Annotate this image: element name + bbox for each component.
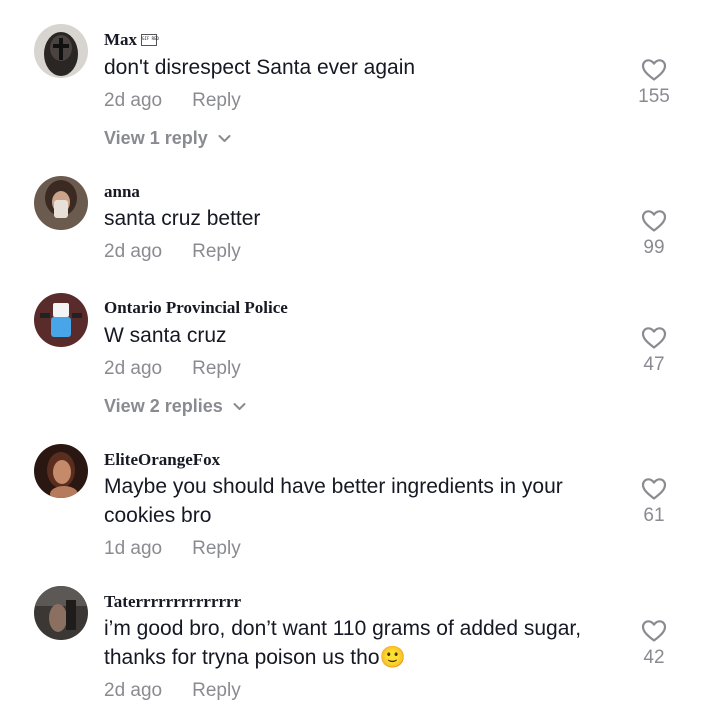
comment-text: santa cruz better xyxy=(104,207,261,230)
comment-time: 2d ago xyxy=(104,358,163,379)
avatar[interactable] xyxy=(34,293,88,347)
username-text: Taterrrrrrrrrrrrrr xyxy=(104,592,242,611)
like-block: 61 xyxy=(630,477,678,527)
chevron-down-icon xyxy=(233,403,246,410)
comment-text: don't disrespect Santa ever again xyxy=(104,56,416,79)
heart-icon[interactable] xyxy=(641,326,667,350)
like-block: 42 xyxy=(630,619,678,669)
avatar-image xyxy=(34,586,88,640)
like-block: 47 xyxy=(630,326,678,376)
chevron-down-icon xyxy=(218,135,231,142)
view-replies-label: View 2 replies xyxy=(104,396,223,416)
comment-meta: 2d ago Reply xyxy=(104,90,241,112)
username[interactable]: Ontario Provincial Police xyxy=(104,298,288,318)
view-replies-label: View 1 reply xyxy=(104,128,208,148)
view-replies-button[interactable]: View 2 replies xyxy=(104,396,246,417)
like-count: 155 xyxy=(638,86,670,107)
reply-button[interactable]: Reply xyxy=(192,90,241,112)
avatar[interactable] xyxy=(34,176,88,230)
heart-icon[interactable] xyxy=(641,209,667,233)
comment-meta: 2d ago Reply xyxy=(104,241,241,263)
avatar-image xyxy=(34,24,88,78)
username[interactable]: EliteOrangeFox xyxy=(104,450,220,470)
view-replies-button[interactable]: View 1 reply xyxy=(104,128,231,149)
like-count: 99 xyxy=(643,237,665,258)
comment-meta: 1d ago Reply xyxy=(104,538,241,560)
gif-badge-icon: GIF RED xyxy=(141,34,159,46)
avatar[interactable] xyxy=(34,24,88,78)
comment-time: 2d ago xyxy=(104,241,163,262)
heart-icon[interactable] xyxy=(641,58,667,82)
comment-text: W santa cruz xyxy=(104,324,227,347)
username-text: Max xyxy=(104,30,138,49)
reply-button[interactable]: Reply xyxy=(192,538,241,560)
comment-text: Maybe you should have better ingredients… xyxy=(104,475,563,527)
comment-text: i’m good bro, don’t want 110 grams of ad… xyxy=(104,617,582,669)
like-count: 47 xyxy=(643,354,665,375)
avatar-image xyxy=(34,293,88,347)
like-block: 155 xyxy=(630,58,678,108)
reply-button[interactable]: Reply xyxy=(192,358,241,380)
comment-time: 2d ago xyxy=(104,90,163,111)
avatar[interactable] xyxy=(34,586,88,640)
like-count: 42 xyxy=(643,647,665,668)
like-block: 99 xyxy=(630,209,678,259)
reply-button[interactable]: Reply xyxy=(192,241,241,263)
avatar[interactable] xyxy=(34,444,88,498)
username[interactable]: anna xyxy=(104,182,140,202)
comment-time: 1d ago xyxy=(104,538,163,559)
comment-meta: 2d ago Reply xyxy=(104,680,241,702)
heart-icon[interactable] xyxy=(641,619,667,643)
heart-icon[interactable] xyxy=(641,477,667,501)
username[interactable]: Taterrrrrrrrrrrrrr xyxy=(104,592,241,612)
avatar-image xyxy=(34,176,88,230)
username-text: anna xyxy=(104,182,140,201)
reply-button[interactable]: Reply xyxy=(192,680,241,702)
like-count: 61 xyxy=(643,505,665,526)
comment-time: 2d ago xyxy=(104,680,163,701)
username-text: Ontario Provincial Police xyxy=(104,298,288,317)
username-text: EliteOrangeFox xyxy=(104,450,221,469)
avatar-image xyxy=(34,444,88,498)
comment-meta: 2d ago Reply xyxy=(104,358,241,380)
username[interactable]: Max GIF RED xyxy=(104,30,159,50)
